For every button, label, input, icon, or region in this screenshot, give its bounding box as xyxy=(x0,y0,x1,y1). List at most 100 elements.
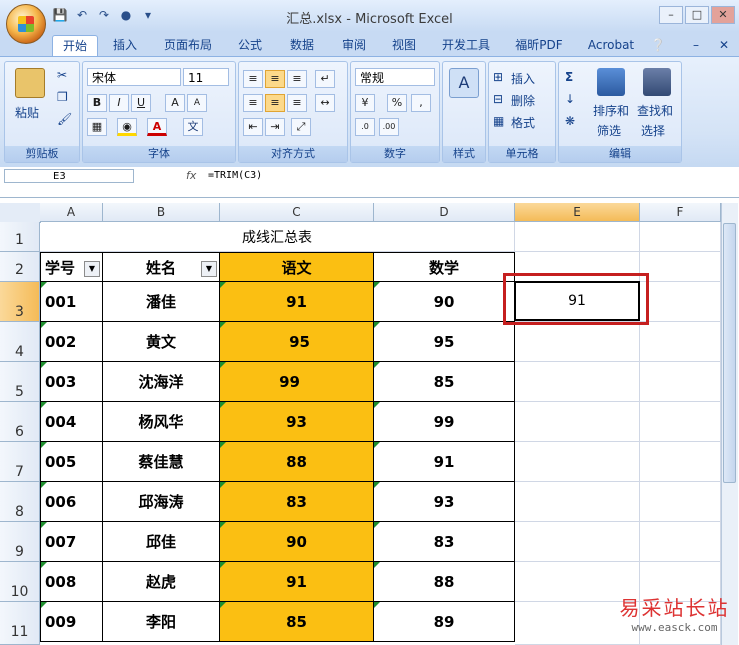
tab-home[interactable]: 开始 xyxy=(52,35,98,56)
shrink-font-button[interactable]: A xyxy=(187,94,207,112)
table-cell-id[interactable]: 008 xyxy=(40,562,103,602)
empty-cell[interactable] xyxy=(640,522,721,562)
row-header-10[interactable]: 10 xyxy=(0,562,40,602)
insert-cells-icon[interactable]: ⊞ xyxy=(493,70,503,84)
table-cell-chinese[interactable]: 91 xyxy=(220,562,374,602)
row-header-11[interactable]: 11 xyxy=(0,602,40,645)
row-header-7[interactable]: 7 xyxy=(0,442,40,482)
column-header-a[interactable]: A xyxy=(40,203,103,222)
format-cells-icon[interactable]: ▦ xyxy=(493,114,504,128)
row-header-9[interactable]: 9 xyxy=(0,522,40,562)
table-cell-id[interactable]: 006 xyxy=(40,482,103,522)
border-icon[interactable]: ▦ xyxy=(87,118,107,136)
table-cell-name[interactable]: 邱佳 xyxy=(103,522,220,562)
align-left-icon[interactable]: ≡ xyxy=(243,94,263,112)
decrease-indent-icon[interactable]: ⇤ xyxy=(243,118,263,136)
empty-cell[interactable] xyxy=(640,252,721,282)
name-box[interactable]: E3 xyxy=(4,169,134,183)
vertical-scrollbar[interactable] xyxy=(721,203,738,645)
bold-button[interactable]: B xyxy=(87,94,107,112)
format-painter-icon[interactable]: 🖌 xyxy=(57,112,72,126)
table-cell-math[interactable]: 95 xyxy=(374,322,515,362)
table-cell-chinese[interactable]: 99 xyxy=(220,362,374,402)
row-header-2[interactable]: 2 xyxy=(0,252,40,282)
row-header-4[interactable]: 4 xyxy=(0,322,40,362)
empty-cell[interactable] xyxy=(515,522,640,562)
empty-cell[interactable] xyxy=(640,402,721,442)
table-cell-name[interactable]: 沈海洋 xyxy=(103,362,220,402)
empty-cell[interactable] xyxy=(640,442,721,482)
table-cell-chinese[interactable]: 88 xyxy=(220,442,374,482)
merge-center-icon[interactable]: ↔ xyxy=(315,94,335,112)
tab-view[interactable]: 视图 xyxy=(382,35,426,55)
tab-review[interactable]: 审阅 xyxy=(332,35,376,55)
tab-acrobat[interactable]: Acrobat xyxy=(582,35,640,55)
paste-icon[interactable] xyxy=(15,68,45,98)
table-cell-math[interactable]: 99 xyxy=(374,402,515,442)
table-cell-math[interactable]: 90 xyxy=(374,282,515,322)
wrap-text-icon[interactable]: ↵ xyxy=(315,70,335,88)
ribbon-minimize-icon[interactable]: – xyxy=(690,35,702,55)
tab-data[interactable]: 数据 xyxy=(280,35,324,55)
currency-icon[interactable]: ¥ xyxy=(355,94,375,112)
header-id-cell[interactable]: 学号 ▼ xyxy=(40,252,103,282)
font-name-select[interactable]: 宋体 xyxy=(87,68,181,86)
maximize-button[interactable]: □ xyxy=(685,6,709,24)
table-cell-name[interactable]: 潘佳 xyxy=(103,282,220,322)
table-cell-chinese[interactable]: 93 xyxy=(220,402,374,442)
header-math-cell[interactable]: 数学 xyxy=(374,252,515,282)
row-header-3[interactable]: 3 xyxy=(0,282,40,322)
table-cell-chinese[interactable]: 90 xyxy=(220,522,374,562)
paste-button[interactable]: 粘贴 xyxy=(15,104,39,121)
filter-dropdown-icon[interactable]: ▼ xyxy=(201,261,217,277)
comma-icon[interactable]: , xyxy=(411,94,431,112)
table-cell-id[interactable]: 004 xyxy=(40,402,103,442)
fill-icon[interactable]: ↓ xyxy=(565,92,575,106)
empty-cell[interactable] xyxy=(640,482,721,522)
table-cell-id[interactable]: 002 xyxy=(40,322,103,362)
column-header-f[interactable]: F xyxy=(640,203,721,222)
table-cell-chinese[interactable]: 91 xyxy=(220,282,374,322)
column-header-c[interactable]: C xyxy=(220,203,374,222)
empty-cell[interactable] xyxy=(515,442,640,482)
empty-cell[interactable] xyxy=(640,322,721,362)
table-cell-math[interactable]: 88 xyxy=(374,562,515,602)
increase-decimal-icon[interactable]: .0 xyxy=(355,118,375,136)
row-header-1[interactable]: 1 xyxy=(0,222,40,252)
table-cell-id[interactable]: 003 xyxy=(40,362,103,402)
table-cell-chinese[interactable]: 83 xyxy=(220,482,374,522)
phonetic-icon[interactable]: 文 xyxy=(183,118,203,136)
cut-icon[interactable]: ✂ xyxy=(57,68,67,82)
tab-formulas[interactable]: 公式 xyxy=(228,35,272,55)
align-top-icon[interactable]: ≡ xyxy=(243,70,263,88)
help-icon[interactable]: ❔ xyxy=(650,35,666,55)
close-button[interactable]: ✕ xyxy=(711,6,735,24)
row-header-6[interactable]: 6 xyxy=(0,402,40,442)
table-cell-name[interactable]: 赵虎 xyxy=(103,562,220,602)
styles-icon[interactable]: A xyxy=(449,68,479,98)
italic-button[interactable]: I xyxy=(109,94,129,112)
table-cell-math[interactable]: 83 xyxy=(374,522,515,562)
table-cell-chinese[interactable]: 95 xyxy=(220,322,374,362)
empty-cell[interactable] xyxy=(515,362,640,402)
tab-developer[interactable]: 开发工具 xyxy=(436,35,496,55)
empty-cell[interactable] xyxy=(515,402,640,442)
clear-icon[interactable]: ❋ xyxy=(565,114,575,128)
office-button[interactable] xyxy=(6,4,46,44)
table-cell-name[interactable]: 邱海涛 xyxy=(103,482,220,522)
table-cell-id[interactable]: 001 xyxy=(40,282,103,322)
number-format-select[interactable]: 常规 xyxy=(355,68,435,86)
row-header-5[interactable]: 5 xyxy=(0,362,40,402)
empty-cell[interactable] xyxy=(515,322,640,362)
empty-cell[interactable] xyxy=(640,362,721,402)
tab-page-layout[interactable]: 页面布局 xyxy=(158,35,218,55)
empty-cell[interactable] xyxy=(640,222,721,252)
fill-color-icon[interactable]: ◉ xyxy=(117,118,137,136)
empty-cell[interactable] xyxy=(515,482,640,522)
font-color-icon[interactable]: A xyxy=(147,118,167,136)
delete-cells-button[interactable]: 删除 xyxy=(511,92,535,109)
header-chinese-cell[interactable]: 语文 xyxy=(220,252,374,282)
grow-font-button[interactable]: A xyxy=(165,94,185,112)
table-cell-name[interactable]: 蔡佳慧 xyxy=(103,442,220,482)
table-cell-id[interactable]: 005 xyxy=(40,442,103,482)
